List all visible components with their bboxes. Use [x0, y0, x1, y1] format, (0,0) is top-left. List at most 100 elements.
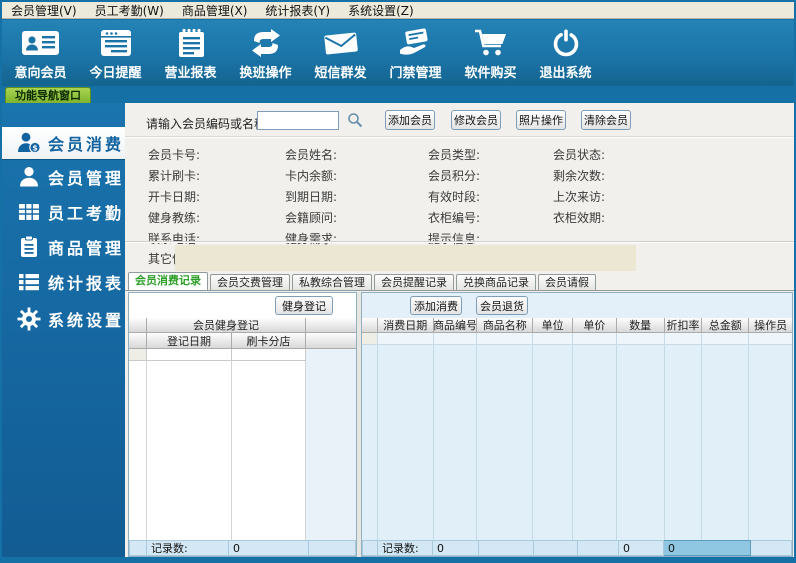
grid-cell[interactable]	[147, 349, 232, 361]
grid-column	[533, 345, 573, 540]
clear-member-button[interactable]: 清除会员	[581, 110, 631, 130]
sidebar-item-member-manage[interactable]: 会员管理	[2, 161, 125, 193]
sidebar-item-attendance[interactable]: 员工考勤	[2, 196, 125, 228]
footer-cell	[479, 540, 534, 556]
tab-payment-manage[interactable]: 会员交费管理	[210, 274, 290, 291]
photo-operation-button[interactable]: 照片操作	[516, 110, 566, 130]
tab-member-leave[interactable]: 会员请假	[538, 274, 596, 291]
grid-column	[617, 345, 665, 540]
member-manage-icon	[16, 165, 42, 189]
menu-item-settings[interactable]: 系统设置(Z)	[339, 1, 423, 20]
menu-item-staff[interactable]: 员工考勤(W)	[86, 1, 173, 20]
menu-item-member[interactable]: 会员管理(V)	[2, 1, 86, 20]
grid-cell	[749, 333, 792, 345]
column-header-quantity: 数量	[617, 318, 665, 333]
field-label-expire-date: 到期日期:	[285, 188, 337, 205]
sidebar-item-settings[interactable]: 系统设置	[2, 303, 125, 335]
total-amount-value-selected[interactable]: 0	[664, 540, 751, 556]
member-search-input[interactable]	[257, 111, 339, 130]
row-selector-header	[362, 318, 378, 333]
sidebar-item-label: 会员管理	[48, 165, 124, 189]
sidebar-item-label: 员工考勤	[48, 200, 124, 224]
tab-exchange-records[interactable]: 兑换商品记录	[456, 274, 536, 291]
column-header	[306, 318, 356, 333]
toolbar: 意向会员 今日提醒 营业报表 换班操作 短信群发	[2, 20, 794, 86]
sidebar-item-member-consume[interactable]: $ 会员消费	[2, 127, 125, 159]
column-header	[306, 333, 356, 349]
field-label-locker-no: 衣柜编号:	[428, 209, 480, 226]
member-return-button[interactable]: 会员退货	[476, 296, 528, 315]
row-selector-cell[interactable]	[362, 333, 378, 345]
divider	[125, 290, 794, 291]
toolbar-button-software-purchase[interactable]: 软件购买	[453, 20, 528, 86]
grid-column	[702, 345, 749, 540]
edit-member-button[interactable]: 修改会员	[451, 110, 501, 130]
svg-text:$: $	[32, 143, 38, 152]
field-label-points: 会员积分:	[428, 167, 480, 184]
consumption-first-row[interactable]	[362, 333, 792, 345]
toolbar-button-sms-broadcast[interactable]: 短信群发	[303, 20, 378, 86]
field-label-card-no: 会员卡号:	[148, 146, 200, 163]
grid-cell	[378, 333, 434, 345]
toolbar-label: 门禁管理	[389, 62, 441, 81]
record-count-label: 记录数:	[147, 540, 229, 556]
grid-column	[147, 361, 232, 540]
menu-item-report[interactable]: 统计报表(Y)	[256, 1, 339, 20]
fitness-register-button[interactable]: 健身登记	[275, 296, 333, 315]
search-icon[interactable]	[347, 112, 363, 128]
row-selector-header	[129, 318, 147, 333]
sidebar-item-label: 系统设置	[48, 307, 124, 331]
grid-cell	[434, 333, 478, 345]
row-selector-cell[interactable]	[129, 349, 147, 361]
field-label-status: 会员状态:	[553, 146, 605, 163]
menu-item-goods[interactable]: 商品管理(X)	[173, 1, 257, 20]
column-header-swipe-branch: 刷卡分店	[232, 333, 306, 349]
sidebar-item-label: 会员消费	[48, 131, 124, 155]
grid-cell[interactable]	[232, 349, 306, 361]
sidebar-item-goods-manage[interactable]: 商品管理	[2, 231, 125, 263]
grid-column	[232, 361, 306, 540]
toolbar-button-intent-members[interactable]: 意向会员	[3, 20, 78, 86]
grid-column	[434, 345, 478, 540]
grid-column	[378, 345, 434, 540]
stats-report-icon	[16, 271, 42, 293]
other-info-textarea[interactable]	[175, 245, 636, 271]
toolbar-button-shift-swap[interactable]: 换班操作	[228, 20, 303, 86]
sidebar-item-stats-report[interactable]: 统计报表	[2, 266, 125, 298]
function-nav-tag[interactable]: 功能导航窗口	[5, 87, 91, 103]
checkin-grid-body[interactable]	[129, 361, 356, 540]
divider	[125, 136, 794, 138]
grid-column	[573, 345, 617, 540]
toolbar-button-business-report[interactable]: 营业报表	[153, 20, 228, 86]
consumption-grid-body[interactable]	[362, 345, 792, 540]
grid-cell	[702, 333, 749, 345]
goods-manage-icon	[16, 235, 42, 259]
toolbar-button-today-reminder[interactable]: 今日提醒	[78, 20, 153, 86]
toolbar-label: 意向会员	[14, 62, 66, 81]
column-header-unit-price: 单价	[573, 318, 617, 333]
record-count-label: 记录数:	[378, 540, 433, 556]
divider	[125, 241, 794, 243]
add-member-button[interactable]: 添加会员	[385, 110, 435, 130]
grid-column	[129, 361, 147, 540]
shift-swap-icon	[247, 26, 285, 60]
tab-consume-records[interactable]: 会员消费记录	[128, 272, 208, 291]
column-header-product-code: 商品编号	[434, 318, 478, 333]
field-label-type: 会员类型:	[428, 146, 480, 163]
checkin-footer: 记录数: 0	[129, 540, 356, 556]
field-label-last-visit: 上次来访:	[553, 188, 605, 205]
grid-filler	[306, 349, 356, 361]
grid-column	[362, 345, 378, 540]
footer-selector-cell	[129, 540, 147, 556]
main-content: 请输入会员编码或名称: 添加会员 修改会员 照片操作 清除会员 会员卡号: 会员…	[125, 103, 794, 557]
tab-private-coach[interactable]: 私教综合管理	[292, 274, 372, 291]
add-consumption-button[interactable]: 添加消费	[410, 296, 462, 315]
power-icon	[550, 26, 582, 60]
checkin-table-title: 会员健身登记	[147, 318, 306, 333]
tab-reminder-records[interactable]: 会员提醒记录	[374, 274, 454, 291]
total-qty-value: 0	[619, 540, 664, 556]
toolbar-button-exit-system[interactable]: 退出系统	[528, 20, 603, 86]
toolbar-button-access-control[interactable]: 门禁管理	[378, 20, 453, 86]
nav-strip: 功能导航窗口	[2, 86, 794, 103]
body-area: $ 会员消费 会员管理 员工考勤 商品管理	[2, 103, 794, 557]
